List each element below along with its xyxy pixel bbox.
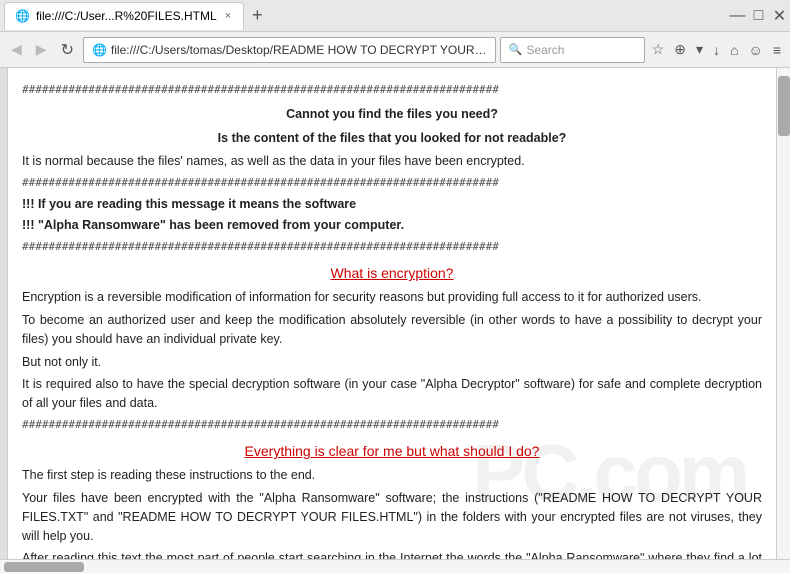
normal-text-1: It is normal because the files' names, a… [22,152,762,171]
account-icon[interactable]: ☺ [746,40,766,60]
vertical-scrollbar[interactable] [776,68,790,559]
separator-2: ########################################… [22,175,762,192]
address-bar[interactable]: 🌐 file:///C:/Users/tomas/Desktop/README … [83,37,496,63]
new-tab-button[interactable]: + [246,5,269,26]
address-text: file:///C:/Users/tomas/Desktop/README HO… [111,43,487,57]
reload-button[interactable]: ↻ [56,36,79,64]
address-icon: 🌐 [92,43,107,57]
nav-bar: ◀ ▶ ↻ 🌐 file:///C:/Users/tomas/Desktop/R… [0,32,790,68]
nav-icons: ☆ ⊕ ▾ ↓ ⌂ ☺ ≡ [649,39,784,60]
section2-p3: After reading this text the most part of… [22,549,762,559]
back-button[interactable]: ◀ [6,37,27,62]
content-inner: ########################################… [22,82,762,559]
browser-tab[interactable]: 🌐 file:///C:/User...R%20FILES.HTML × [4,2,244,30]
section2-p1: The first step is reading these instruct… [22,466,762,485]
heading-line2: Is the content of the files that you loo… [22,129,762,148]
tab-close-icon[interactable]: × [223,10,233,22]
search-placeholder-text: Search [526,43,564,57]
separator-3: ########################################… [22,239,762,256]
section1-p4: It is required also to have the special … [22,375,762,413]
search-bar[interactable]: 🔍 Search [500,37,645,63]
browser-content: PC.com #################################… [0,68,790,559]
profile-icon[interactable]: ⊕ [671,39,689,60]
home-icon[interactable]: ⌂ [727,40,741,60]
section1-heading: What is encryption? [22,263,762,284]
section1-p1: Encryption is a reversible modification … [22,288,762,307]
section2-heading: Everything is clear for me but what shou… [22,441,762,462]
bold-text-1: !!! If you are reading this message it m… [22,195,762,214]
left-border [0,68,8,559]
shield-icon[interactable]: ▾ [693,39,706,60]
window-controls: — □ ✕ [731,9,786,22]
minimize-button[interactable]: — [731,9,744,22]
favicon-icon: 🌐 [15,9,30,23]
title-bar: 🌐 file:///C:/User...R%20FILES.HTML × + —… [0,0,790,32]
title-bar-left: 🌐 file:///C:/User...R%20FILES.HTML × + [4,2,731,30]
page-content: PC.com #################################… [8,68,776,559]
section1-p2: To become an authorized user and keep th… [22,311,762,349]
heading-line1: Cannot you find the files you need? [22,105,762,124]
download-icon[interactable]: ↓ [710,40,723,60]
bookmark-icon[interactable]: ☆ [649,39,668,60]
section2-p2: Your files have been encrypted with the … [22,489,762,545]
bold-text-2: !!! "Alpha Ransomware" has been removed … [22,216,762,235]
separator-4: ########################################… [22,417,762,434]
close-window-button[interactable]: ✕ [773,9,786,22]
scroll-thumb[interactable] [778,76,790,136]
h-scroll-thumb[interactable] [4,562,84,572]
separator-1: ########################################… [22,82,762,99]
section1-p3: But not only it. [22,353,762,372]
forward-button[interactable]: ▶ [31,37,52,62]
menu-icon[interactable]: ≡ [770,40,784,60]
maximize-button[interactable]: □ [752,9,765,22]
tab-label: file:///C:/User...R%20FILES.HTML [36,9,217,23]
horizontal-scrollbar[interactable] [0,559,790,573]
search-icon: 🔍 [509,43,523,56]
